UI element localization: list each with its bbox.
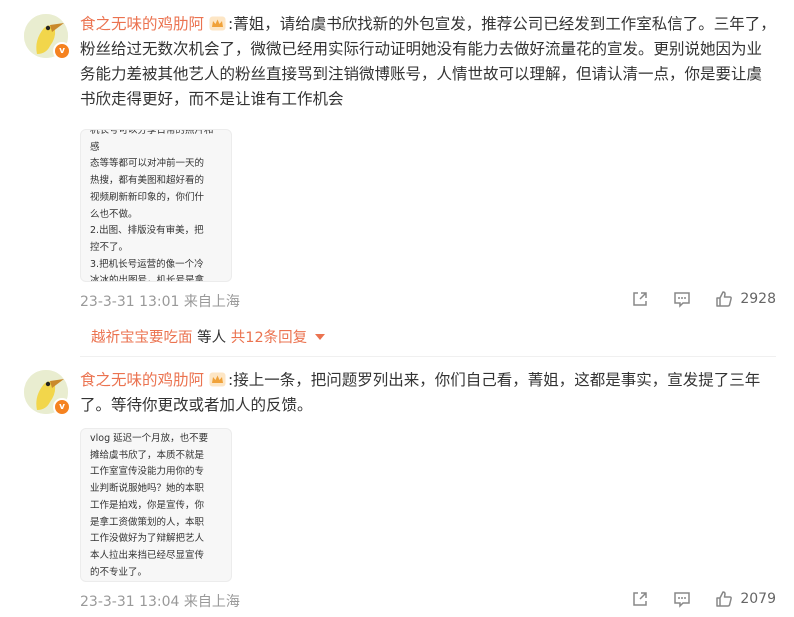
username-link[interactable]: 食之无味的鸡肋阿 xyxy=(80,15,204,33)
image-text-line: 摊给虞书欣了，本质不就是 xyxy=(90,449,205,461)
comment-image-thumbnail[interactable]: 机长号可以分享日常的照片和感 态等等都可以对冲前一天的 热搜，都有美图和超好看的… xyxy=(80,129,232,282)
image-text-line: 的不专业了。 xyxy=(90,566,148,578)
comment-icon xyxy=(674,292,691,308)
verified-v-badge: v xyxy=(53,42,71,60)
like-button[interactable]: 2928 xyxy=(714,289,776,309)
caret-down-icon xyxy=(315,334,326,340)
image-text-line: 是拿工资做策划的人，本职 xyxy=(90,516,205,528)
image-text-line: 本人拉出来挡已经尽显宣传 xyxy=(90,549,205,561)
like-count: 2079 xyxy=(740,591,776,607)
reply-button[interactable] xyxy=(672,289,692,309)
verified-v-badge: v xyxy=(53,398,71,416)
comment-meta: 23-3-31 13:01 来自上海 xyxy=(80,291,240,311)
reply-button[interactable] xyxy=(672,589,692,609)
replies-summary[interactable]: 越祈宝宝要吃面 等人 共12条回复 xyxy=(91,326,326,347)
comment-meta: 23-3-31 13:04 来自上海 xyxy=(80,591,240,611)
comment-location: 来自上海 xyxy=(183,594,240,610)
image-text-line: 业判断说服她吗？她的本职 xyxy=(90,483,205,495)
reply-user-link[interactable]: 越祈宝宝要吃面 xyxy=(91,330,193,346)
comment-date: 23-3-31 13:04 xyxy=(80,594,180,610)
comment-text-block: 食之无味的鸡肋阿:菁姐，请给虞书欣找新的外包宣发，推荐公司已经发到工作室私信了。… xyxy=(80,12,776,112)
comment-image-thumbnail[interactable]: vlog 延迟一个月放，也不要 摊给虞书欣了，本质不就是 工作室宣传没能力用你的… xyxy=(80,428,232,582)
comment-icon xyxy=(674,592,691,608)
like-icon xyxy=(716,291,733,307)
user-avatar[interactable]: v xyxy=(24,14,71,60)
comment-1: v 食之无味的鸡肋阿:菁姐，请给虞书欣找新的外包宣发，推荐公司已经发到工作室私信… xyxy=(0,0,794,356)
image-text-line: 热搜，都有美图和超好看的 xyxy=(90,175,205,187)
reply-mid-text: 等人 xyxy=(197,330,227,346)
crown-icon xyxy=(209,370,226,387)
image-text-line: 3.把机长号运营的像一个冷 xyxy=(90,258,204,270)
share-icon xyxy=(633,592,648,606)
share-button[interactable] xyxy=(630,589,650,609)
user-avatar[interactable]: v xyxy=(24,370,71,416)
image-text-line: vlog 延迟一个月放，也不要 xyxy=(90,433,209,444)
like-count: 2928 xyxy=(740,291,776,307)
comment-2: v 食之无味的鸡肋阿:接上一条，把问题罗列出来，你们自己看，菁姐，这都是事实，宣… xyxy=(0,356,794,617)
comment-date: 23-3-31 13:01 xyxy=(80,294,180,310)
like-icon xyxy=(716,591,733,607)
comment-location: 来自上海 xyxy=(183,294,240,310)
image-text-line: 冰冰的出图号，机长号是拿 xyxy=(90,275,205,282)
comment-text-block: 食之无味的鸡肋阿:接上一条，把问题罗列出来，你们自己看，菁姐，这都是事实，宣发提… xyxy=(80,368,776,418)
like-button[interactable]: 2079 xyxy=(714,589,776,609)
image-text-line: 控不了。 xyxy=(90,241,129,253)
image-text-line: 视频刷新新印象的，你们什 xyxy=(90,191,205,203)
image-text-line: 机长号可以分享日常的照片和感 xyxy=(90,129,214,153)
image-text-line: 工作没做好为了辩解把艺人 xyxy=(90,533,205,545)
image-text-line: 么也不做。 xyxy=(90,208,138,220)
image-text-line: 态等等都可以对冲前一天的 xyxy=(90,158,205,170)
comment-actions: 2928 xyxy=(608,289,776,309)
share-icon xyxy=(633,292,648,306)
image-text-line: 工作是拍戏，你是宣传，你 xyxy=(90,499,205,511)
image-text-line: 工作室宣传没能力用你的专 xyxy=(90,466,205,478)
image-text-line: 2.出图、排版没有审美，把 xyxy=(90,225,204,237)
comment-actions: 2079 xyxy=(608,589,776,609)
share-button[interactable] xyxy=(630,289,650,309)
crown-icon xyxy=(209,14,226,31)
username-link[interactable]: 食之无味的鸡肋阿 xyxy=(80,371,204,389)
reply-count-link[interactable]: 共12条回复 xyxy=(231,330,307,346)
